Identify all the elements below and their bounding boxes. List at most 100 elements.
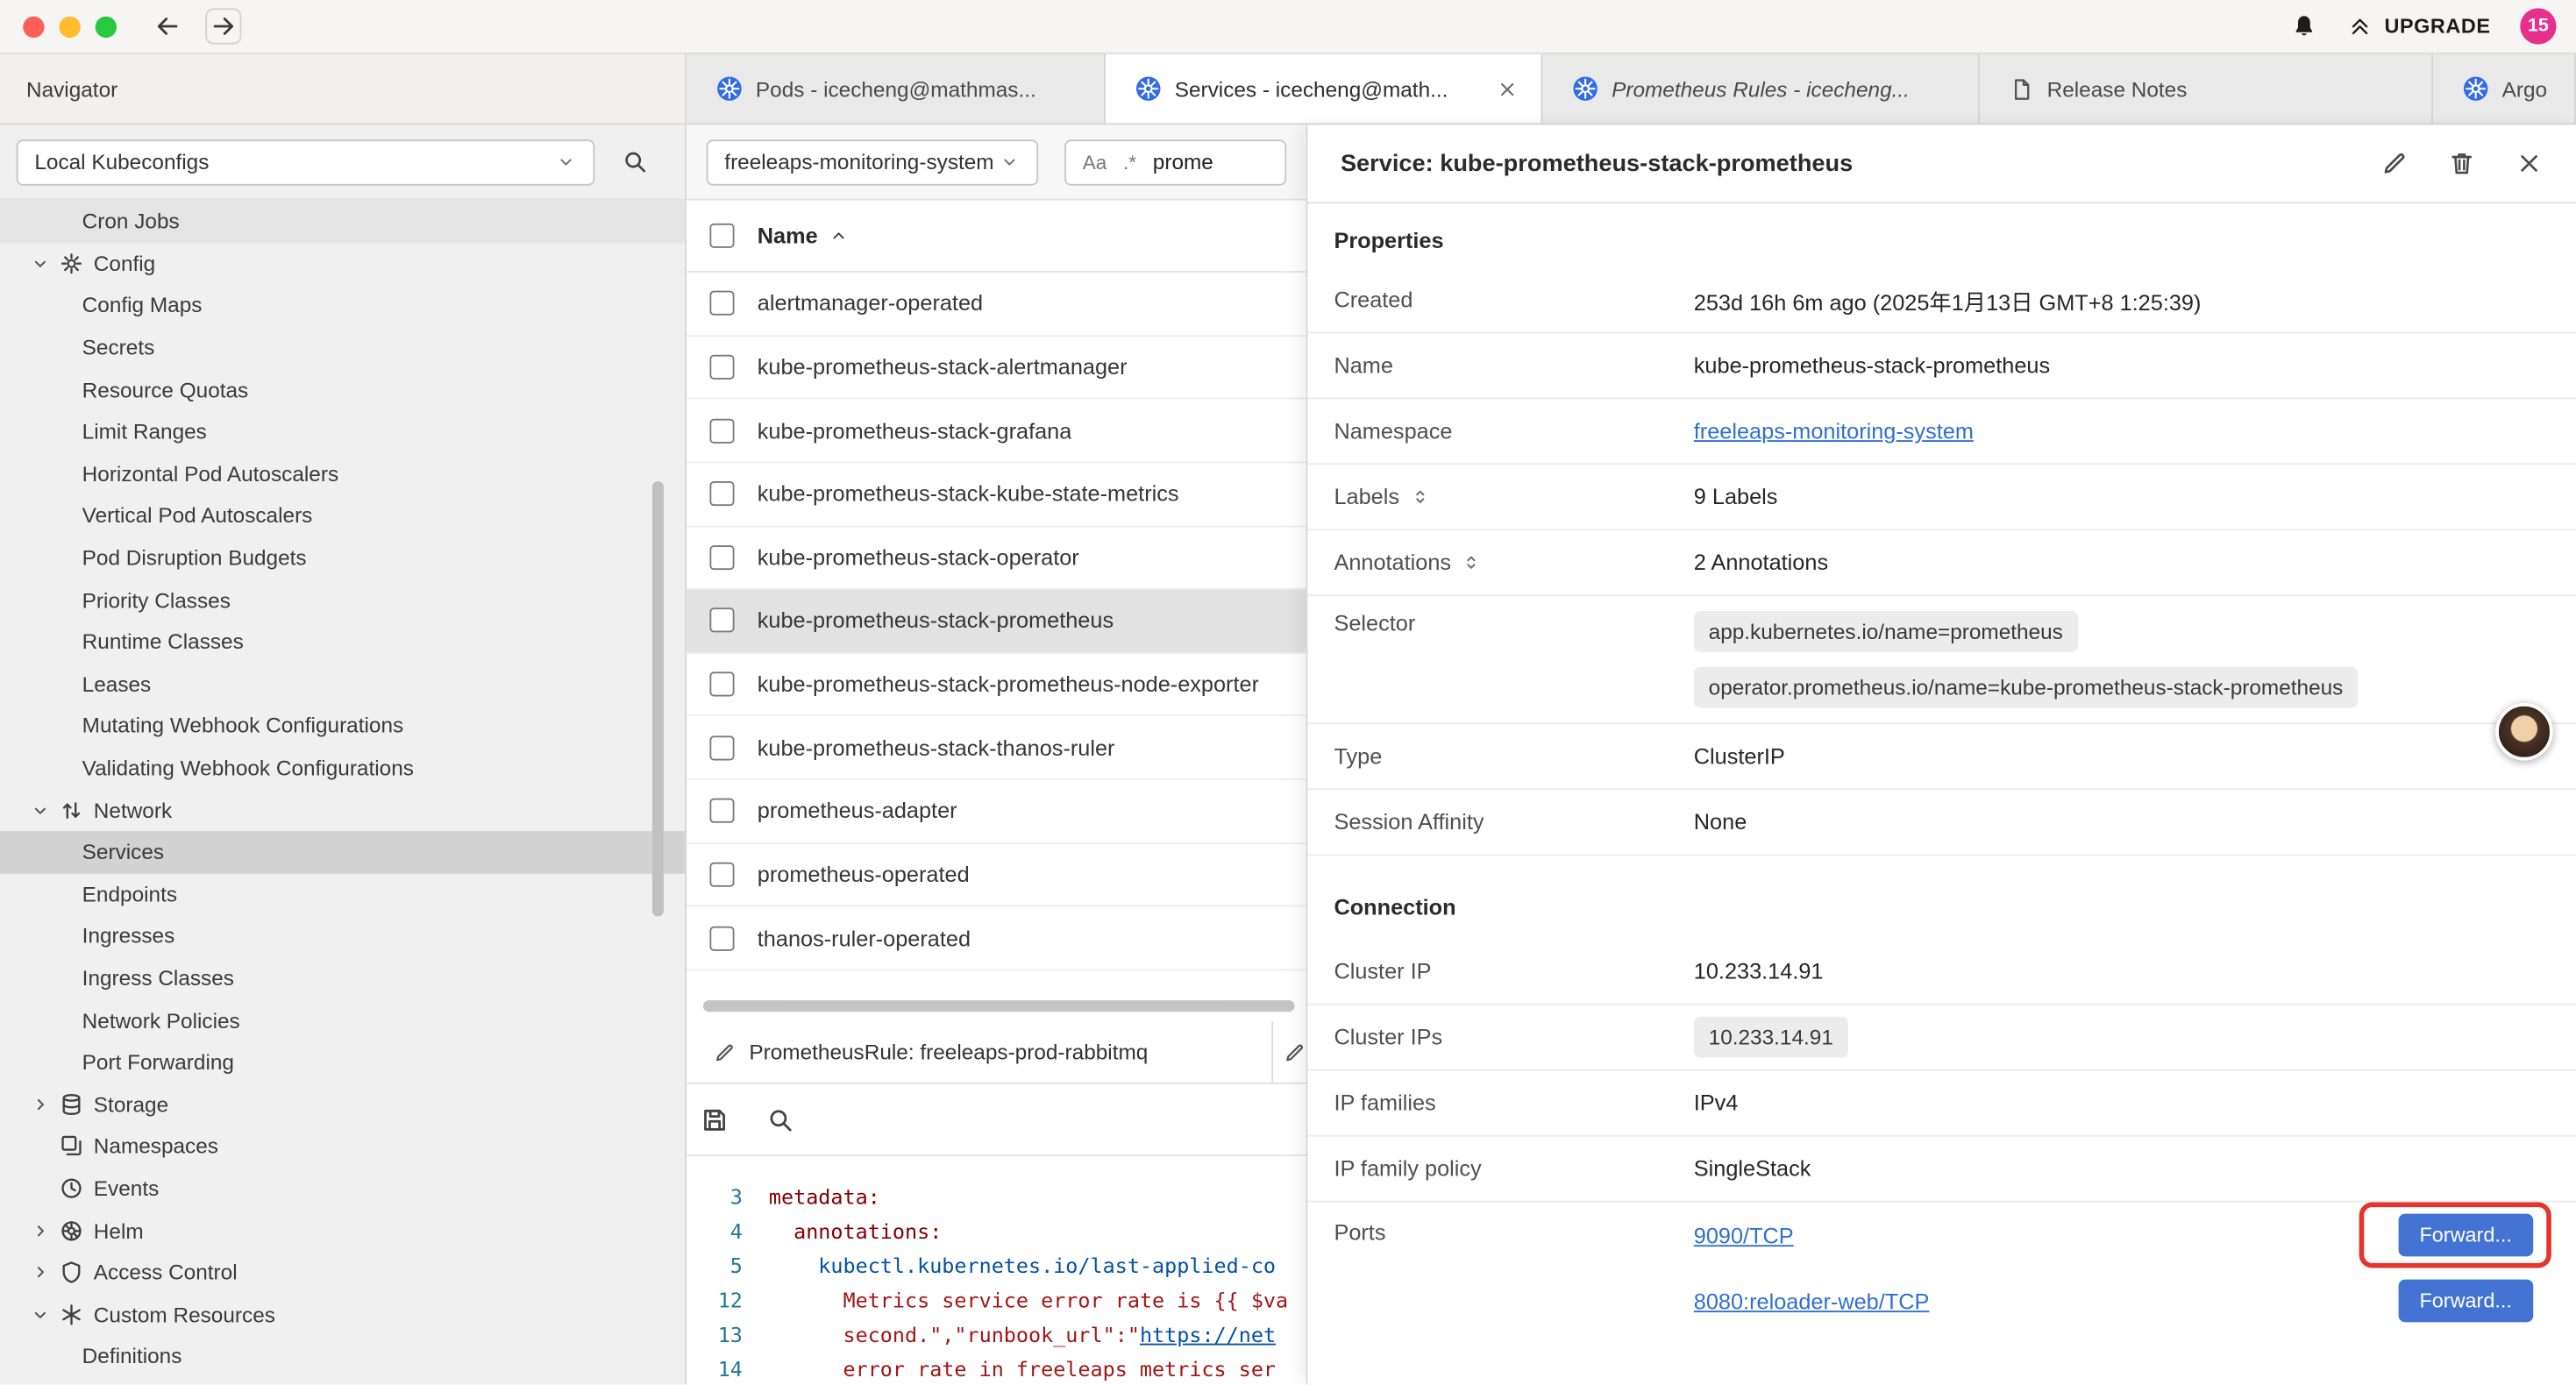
chevron-right-icon[interactable] [30, 1261, 51, 1282]
row-checkbox[interactable] [709, 863, 734, 887]
chevron-down-icon[interactable] [30, 799, 51, 820]
save-icon[interactable] [700, 1104, 729, 1134]
yaml-editor[interactable]: 3metadata: 4 annotations: 5 kubectl.kube… [687, 1156, 1306, 1384]
sidebar-item-namespaces[interactable]: Namespaces [0, 1126, 685, 1168]
namespace-link[interactable]: freeleaps-monitoring-system [1694, 419, 1974, 444]
expand-collapse-icon[interactable] [1461, 552, 1482, 573]
table-row[interactable]: alertmanager-operated [687, 273, 1306, 336]
row-checkbox[interactable] [709, 545, 734, 570]
sidebar-item-port-forwarding[interactable]: Port Forwarding [0, 1041, 685, 1083]
sidebar-item-ingresses[interactable]: Ingresses [0, 915, 685, 957]
bell-icon[interactable] [2291, 12, 2319, 40]
sidebar-item-cron-jobs[interactable]: Cron Jobs [0, 201, 685, 243]
chevron-right-icon[interactable] [30, 1093, 51, 1114]
window-minimize-button[interactable] [59, 16, 80, 37]
sort-ascending-icon[interactable] [828, 225, 849, 246]
sidebar-item-limit-ranges[interactable]: Limit Ranges [0, 410, 685, 452]
sidebar-item-config-maps[interactable]: Config Maps [0, 285, 685, 327]
chevron-right-icon[interactable] [30, 1219, 51, 1240]
table-row[interactable]: kube-prometheus-stack-grafana [687, 400, 1306, 463]
table-row[interactable]: prometheus-operated [687, 843, 1306, 906]
table-row[interactable]: kube-prometheus-stack-thanos-ruler [687, 717, 1306, 780]
sidebar-group-access-control[interactable]: Access Control [0, 1251, 685, 1293]
chevron-down-icon[interactable] [30, 1303, 51, 1325]
row-checkbox[interactable] [709, 799, 734, 823]
sidebar-item-ingress-classes[interactable]: Ingress Classes [0, 957, 685, 999]
delete-icon[interactable] [2448, 150, 2476, 178]
close-icon[interactable] [2516, 150, 2544, 178]
horizontal-scrollbar[interactable] [703, 1000, 1295, 1012]
tab-strip: Navigator Pods - icecheng@mathmas... Ser… [0, 54, 2576, 125]
notification-count-badge[interactable]: 15 [2520, 8, 2556, 44]
expand-collapse-icon[interactable] [1409, 487, 1430, 508]
table-row[interactable]: kube-prometheus-stack-alertmanager [687, 336, 1306, 399]
sidebar-item-secrets[interactable]: Secrets [0, 326, 685, 368]
sidebar-item-runtime-classes[interactable]: Runtime Classes [0, 621, 685, 663]
sidebar-item-mutating-webhook-configurations[interactable]: Mutating Webhook Configurations [0, 705, 685, 747]
forward-button[interactable]: Forward... [2398, 1280, 2533, 1323]
table-row[interactable]: kube-prometheus-stack-operator [687, 527, 1306, 590]
port-link[interactable]: 8080:reloader-web/TCP [1694, 1289, 1930, 1313]
tab-services[interactable]: Services - icecheng@math... [1106, 54, 1542, 124]
back-icon[interactable] [153, 11, 182, 41]
search-icon[interactable] [621, 148, 649, 176]
sidebar-item-leases[interactable]: Leases [0, 663, 685, 705]
row-checkbox[interactable] [709, 418, 734, 443]
kubernetes-icon [2463, 75, 2489, 102]
match-case-toggle[interactable]: Aa [1083, 150, 1107, 173]
table-row[interactable]: kube-prometheus-stack-prometheus-node-ex… [687, 653, 1306, 716]
sidebar-item-network-policies[interactable]: Network Policies [0, 999, 685, 1041]
sidebar-item-endpoints[interactable]: Endpoints [0, 873, 685, 915]
regex-toggle[interactable]: .* [1123, 150, 1136, 173]
sidebar-group-helm[interactable]: Helm [0, 1210, 685, 1252]
forward-button[interactable]: Forward... [2398, 1214, 2533, 1257]
sidebar-item-services[interactable]: Services [0, 831, 685, 873]
sidebar-item-pod-disruption-budgets[interactable]: Pod Disruption Budgets [0, 536, 685, 579]
chevron-down-icon[interactable] [30, 252, 51, 273]
tab-argo[interactable]: Argo Se [2433, 54, 2576, 124]
column-header-name[interactable]: Name [758, 224, 818, 248]
sidebar-group-storage[interactable]: Storage [0, 1083, 685, 1126]
sidebar-group-network[interactable]: Network [0, 789, 685, 831]
tab-prometheus-rules[interactable]: Prometheus Rules - icecheng... [1542, 54, 1979, 124]
table-row[interactable]: prometheus-adapter [687, 780, 1306, 843]
row-checkbox[interactable] [709, 608, 734, 633]
select-all-checkbox[interactable] [709, 224, 734, 248]
row-checkbox[interactable] [709, 735, 734, 760]
sidebar-item-validating-webhook-configurations[interactable]: Validating Webhook Configurations [0, 747, 685, 789]
search-input[interactable]: Aa .* prome [1064, 138, 1286, 184]
edit-icon[interactable] [2380, 150, 2409, 178]
sidebar-item-vertical-pod-autoscalers[interactable]: Vertical Pod Autoscalers [0, 494, 685, 536]
forward-icon[interactable] [205, 8, 241, 44]
tab-pods[interactable]: Pods - icecheng@mathmas... [687, 54, 1106, 124]
tab-close-icon[interactable] [1497, 78, 1518, 99]
kubeconfig-selector[interactable]: Local Kubeconfigs [17, 138, 595, 184]
dock-tab-prometheusrule[interactable]: PrometheusRule: freeleaps-prod-rabbitmq [687, 1021, 1273, 1082]
table-row[interactable]: thanos-ruler-operated [687, 907, 1306, 970]
row-checkbox[interactable] [709, 926, 734, 950]
user-avatar[interactable] [2495, 703, 2553, 761]
sidebar-item-events[interactable]: Events [0, 1168, 685, 1210]
row-checkbox[interactable] [709, 291, 734, 316]
upgrade-button[interactable]: UPGRADE [2348, 14, 2490, 39]
search-icon[interactable] [765, 1104, 795, 1134]
port-link[interactable]: 9090/TCP [1694, 1223, 1794, 1247]
namespace-selector[interactable]: freeleaps-monitoring-system [707, 138, 1038, 184]
selector-badge: app.kubernetes.io/name=prometheus [1694, 611, 2078, 652]
window-close-button[interactable] [23, 16, 44, 37]
sidebar-group-custom-resources[interactable]: Custom Resources [0, 1293, 685, 1335]
sidebar-item-resource-quotas[interactable]: Resource Quotas [0, 368, 685, 410]
sidebar-item-definitions[interactable]: Definitions [0, 1335, 685, 1377]
sidebar-scrollbar[interactable] [652, 481, 664, 917]
window-maximize-button[interactable] [96, 16, 117, 37]
row-checkbox[interactable] [709, 481, 734, 506]
row-checkbox[interactable] [709, 671, 734, 696]
tab-release-notes[interactable]: Release Notes [1980, 54, 2433, 124]
table-row[interactable]: kube-prometheus-stack-kube-state-metrics [687, 463, 1306, 526]
row-checkbox[interactable] [709, 355, 734, 380]
table-row-selected[interactable]: kube-prometheus-stack-prometheus [687, 590, 1306, 653]
sidebar-item-priority-classes[interactable]: Priority Classes [0, 579, 685, 621]
sidebar-item-horizontal-pod-autoscalers[interactable]: Horizontal Pod Autoscalers [0, 452, 685, 494]
sidebar-group-config[interactable]: Config [0, 243, 685, 285]
dock-tab-partial[interactable] [1273, 1021, 1306, 1082]
